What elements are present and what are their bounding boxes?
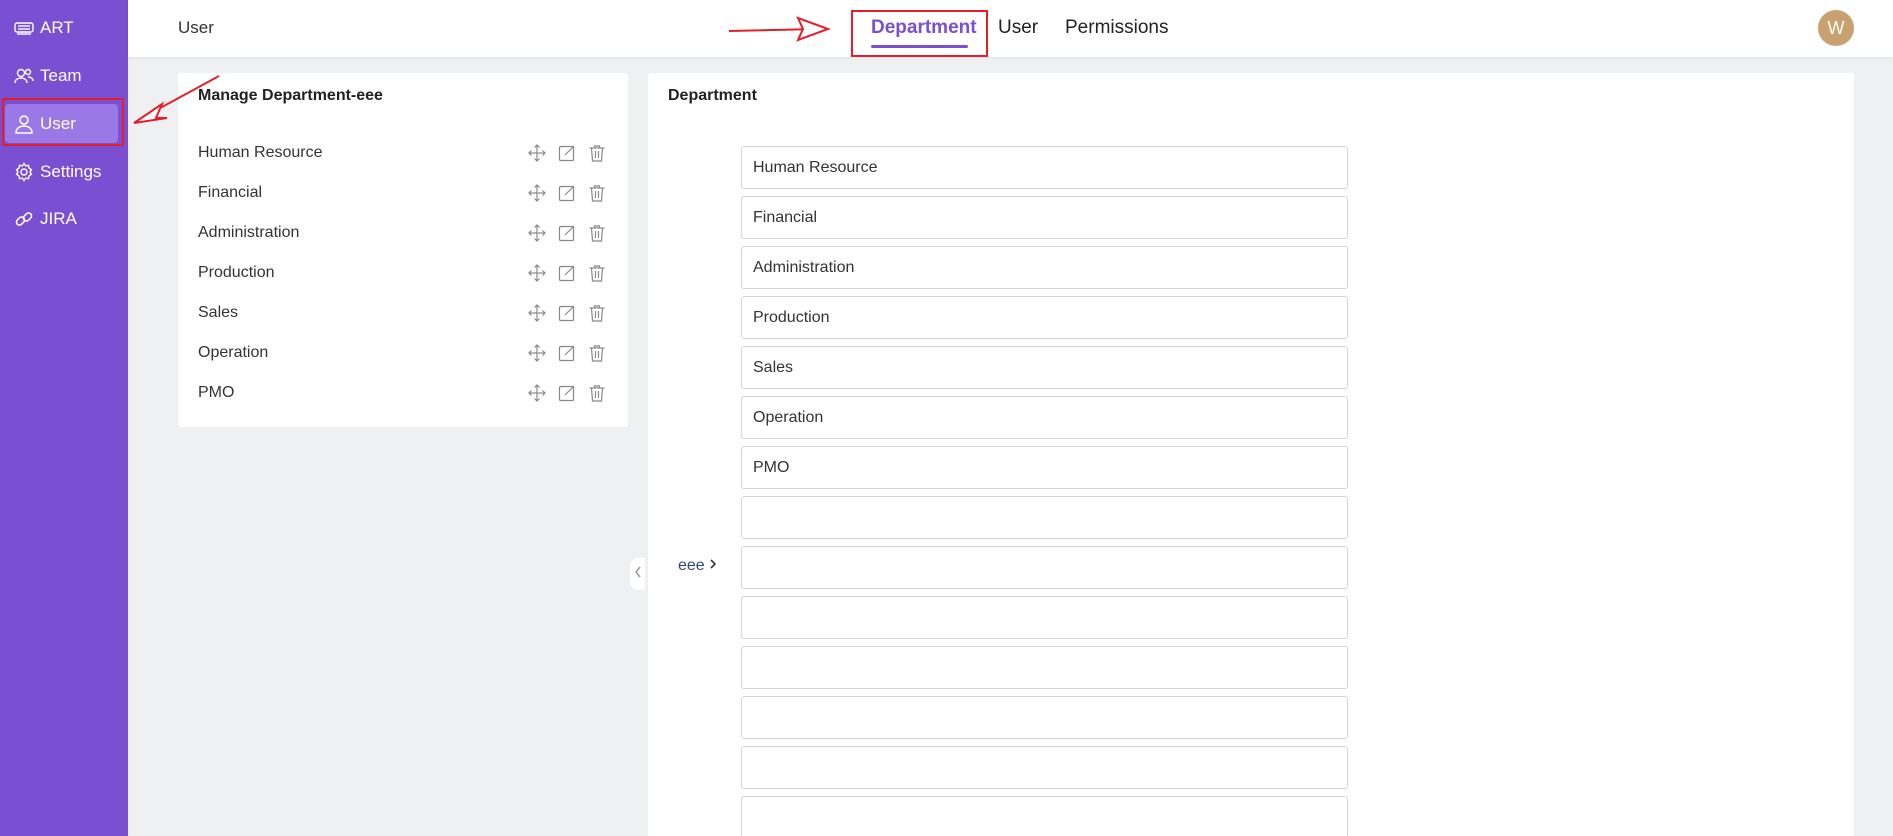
annotation-arrow-to-department [728, 16, 831, 42]
annotation-arrows [133, 16, 831, 124]
annotation-arrow-to-user [133, 75, 220, 124]
